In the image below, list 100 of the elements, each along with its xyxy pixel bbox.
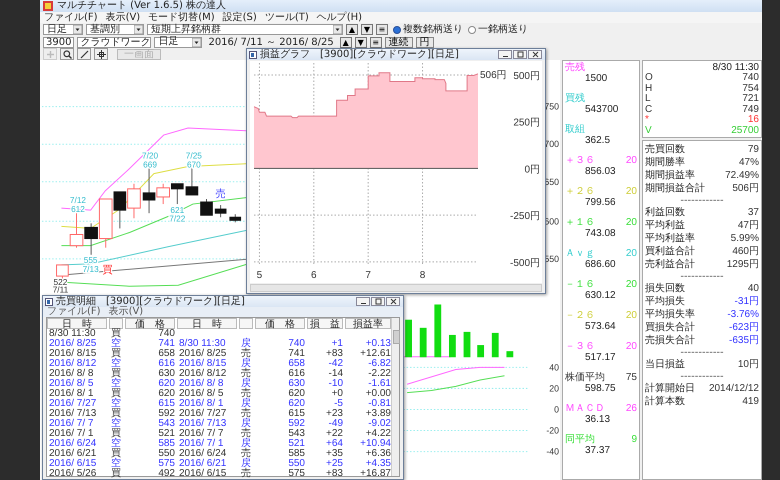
histogram-bar (434, 304, 442, 358)
quote-value: 749 (742, 104, 759, 115)
menu-item[interactable]: 表示(V) (108, 307, 144, 317)
quote-label: O (645, 73, 653, 84)
code-field[interactable]: 3900 (43, 36, 74, 48)
table-cell-text: 521 (287, 439, 305, 449)
radio-indicator[interactable] (393, 26, 401, 34)
minimize-button[interactable] (498, 50, 512, 59)
column-header[interactable]: 価 格 (255, 318, 305, 329)
x-axis-label: 5 (256, 270, 262, 281)
stat-label: 売利益合計 (645, 258, 695, 271)
column-header[interactable]: 損 益 (307, 318, 343, 329)
caret-icon (333, 25, 342, 34)
app-icon (43, 1, 53, 11)
chart-annotation: 売 (215, 188, 226, 200)
stat-value: 37 (748, 206, 759, 219)
list-button[interactable]: ≡ (370, 36, 382, 48)
column-header[interactable]: 日 時 (177, 318, 237, 329)
down-button[interactable]: ▼ (361, 24, 373, 35)
table-cell-text: 543 (287, 429, 305, 439)
list-button[interactable]: ≡ (376, 24, 388, 35)
menu-item[interactable]: 表示(V) (106, 12, 140, 23)
mode-radio[interactable]: 一銘柄送り (468, 24, 528, 35)
scrollbar[interactable] (250, 284, 542, 292)
quote-label: * (645, 115, 649, 126)
table-cell-text: 売 (240, 409, 252, 419)
table-cell-text: +1 (330, 339, 343, 349)
stat-value: -31円 (734, 295, 759, 308)
line-tool-button[interactable] (77, 48, 91, 60)
table-cell-text: -10 (328, 379, 343, 389)
date-range: 2016/ 7/11 ～ 2016/ 8/25 (208, 36, 334, 48)
maximize-button[interactable] (371, 297, 385, 306)
menu-item[interactable]: ツール(T) (264, 12, 309, 23)
name-field[interactable]: クラウドワーク (77, 36, 152, 48)
column-header[interactable]: 損益率 (345, 318, 391, 329)
table-cell-text: 空 (110, 359, 122, 369)
close-button[interactable] (528, 50, 542, 59)
table-cell-text: 2016/ 8/ 1 (48, 389, 94, 399)
window-icon (249, 50, 257, 58)
plus-icon (46, 50, 54, 58)
value-annotation: 506円 (480, 70, 507, 81)
down-button[interactable]: ▼ (354, 36, 367, 48)
zoom-button[interactable] (60, 48, 74, 60)
radio-indicator[interactable] (468, 26, 476, 34)
scrollbar[interactable] (391, 318, 399, 476)
table-cell-text: 550 (157, 449, 175, 459)
menu-item[interactable]: モード切替(M) (148, 12, 215, 23)
table-cell-text: +0 (330, 389, 343, 399)
scrollbar-thumb[interactable] (393, 330, 400, 344)
menu-item[interactable]: ヘルプ(H) (316, 12, 362, 23)
table-cell-text: 空 (110, 419, 122, 429)
quote-label: H (645, 84, 652, 94)
separator-dashes: ------------ (679, 371, 725, 382)
table-cell-text: 550 (287, 459, 305, 469)
oscillator-axis-label: -20 (546, 425, 560, 436)
table-cell-text: 658 (287, 359, 305, 369)
up-button[interactable]: ▲ (346, 24, 358, 35)
stat-label: 期間損益合計 (645, 182, 705, 195)
stat-value: 419 (742, 395, 759, 408)
caret-icon (73, 25, 82, 34)
stat-value: 47% (738, 156, 759, 169)
table-cell-text: 戻 (240, 459, 252, 469)
candlestick (214, 204, 226, 218)
table-cell-text: 買 (110, 469, 122, 479)
period-dropdown[interactable]: 日足 (43, 24, 83, 35)
table-cell-text: -2.22 (367, 369, 391, 379)
close-button[interactable] (386, 297, 400, 306)
indicator-parameter: 20 (626, 248, 637, 259)
table-cell-text: 2016/ 6/21 (178, 459, 228, 469)
table-cell-text: -0.81 (367, 399, 391, 409)
stat-value: 10円 (738, 358, 759, 371)
column-header[interactable]: 価 格 (125, 318, 175, 329)
candlestick (229, 214, 242, 223)
y-axis-label: 500円 (513, 70, 540, 82)
maximize-icon (516, 51, 524, 58)
up-button[interactable]: ▲ (340, 36, 352, 48)
toolbar-button[interactable]: 連続 (384, 36, 413, 48)
mode-radio[interactable]: 複数銘柄送り (393, 24, 463, 35)
indicator-label: Ａｖｇ (565, 248, 595, 259)
column-header[interactable]: 日 時 (47, 318, 107, 329)
toolbar-button[interactable]: 円 (416, 36, 434, 48)
table-cell-text: 空 (110, 339, 122, 349)
quote-value: 721 (742, 94, 759, 104)
separator-dashes: ------------ (679, 271, 725, 282)
stat-label: 計算本数 (645, 395, 685, 408)
crosshair-button[interactable] (94, 48, 108, 60)
table-cell-text: 2016/ 8/12 (178, 369, 228, 379)
menu-item[interactable]: ファイル(F) (44, 12, 98, 23)
table-cell-text: 売 (240, 389, 252, 399)
quote-value: 754 (742, 84, 759, 94)
menu-item[interactable]: ファイル(F) (47, 307, 101, 317)
sort-dropdown[interactable]: 基調別 (86, 24, 144, 35)
column-header[interactable] (109, 318, 123, 329)
table-cell-text: 2016/ 8/ 1 (178, 399, 224, 409)
period-dropdown[interactable]: 日足 (154, 36, 202, 48)
menu-item[interactable]: 設定(S) (222, 12, 257, 23)
quote-value: 740 (742, 73, 759, 84)
group-dropdown[interactable]: 短期上昇銘柄群 (147, 24, 343, 35)
maximize-button[interactable] (513, 50, 527, 59)
minimize-button[interactable] (356, 297, 370, 306)
